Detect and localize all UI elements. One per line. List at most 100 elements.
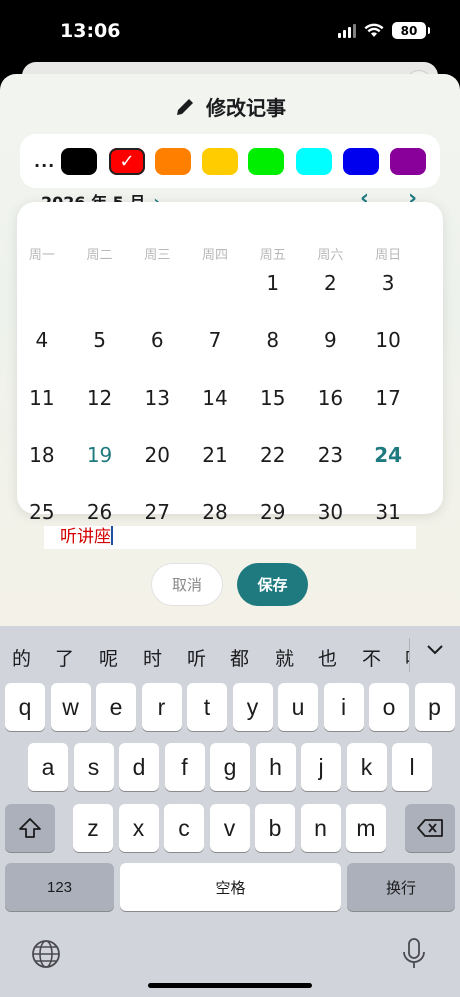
key-y[interactable]: y: [232, 683, 273, 731]
key-k[interactable]: k: [346, 743, 387, 791]
key-l[interactable]: l: [392, 743, 432, 791]
day-number: 7: [208, 328, 222, 352]
checkmark-icon: ✓: [119, 151, 135, 172]
candidate-word[interactable]: 呢: [99, 644, 118, 671]
battery-icon: 80: [392, 22, 430, 39]
day-number: 27: [144, 500, 170, 524]
key-a[interactable]: a: [28, 743, 68, 791]
day-number: 19: [86, 443, 113, 467]
key-v[interactable]: v: [209, 804, 250, 852]
key-x[interactable]: x: [118, 804, 159, 852]
numbers-key[interactable]: 123: [5, 863, 114, 911]
sheet-header: 修改记事: [0, 92, 460, 121]
day-number: 15: [259, 386, 286, 410]
candidate-word[interactable]: 都: [230, 644, 249, 671]
color-swatch-blue[interactable]: [343, 148, 379, 175]
candidate-word[interactable]: 听: [187, 644, 206, 671]
day-number: 17: [375, 386, 401, 410]
key-c[interactable]: c: [164, 804, 204, 852]
day-number: 26: [86, 500, 113, 524]
delete-key[interactable]: [405, 804, 455, 852]
calendar-week-row: 4 5 6 7 8 9 10: [28, 316, 432, 364]
key-f[interactable]: f: [164, 743, 205, 791]
calendar-week-row: 18 19 20 21 22 23 24: [28, 431, 432, 479]
cellular-signal-icon: [338, 23, 356, 38]
candidate-word[interactable]: 也: [318, 644, 337, 671]
key-e[interactable]: e: [96, 683, 136, 731]
candidate-word[interactable]: 就: [275, 644, 294, 671]
key-t[interactable]: t: [187, 683, 227, 731]
candidate-word[interactable]: 了: [55, 644, 74, 671]
candidate-word[interactable]: 不: [362, 644, 381, 671]
key-i[interactable]: i: [323, 683, 364, 731]
color-swatch-cyan[interactable]: [296, 148, 332, 175]
day-number: 30: [317, 500, 344, 524]
day-number: 20: [144, 443, 170, 467]
more-colors-button[interactable]: ...: [34, 152, 58, 171]
color-swatch-red[interactable]: ✓: [109, 148, 145, 175]
key-r[interactable]: r: [141, 683, 182, 731]
wifi-icon: [364, 23, 384, 37]
day-number: 23: [317, 443, 344, 467]
calendar-week-row: 1 2 3: [28, 259, 432, 307]
key-p[interactable]: p: [414, 683, 455, 731]
color-swatch-yellow[interactable]: [202, 148, 238, 175]
key-n[interactable]: n: [300, 804, 341, 852]
globe-icon[interactable]: [31, 939, 61, 969]
chevron-down-icon[interactable]: [426, 640, 444, 661]
day-number: 4: [35, 328, 49, 352]
day-number: 21: [202, 443, 228, 467]
candidate-divider: [409, 638, 410, 672]
candidate-word[interactable]: 时: [143, 644, 162, 671]
calendar-day[interactable]: 3: [344, 259, 432, 307]
key-q[interactable]: q: [5, 683, 45, 731]
save-button[interactable]: 保存: [237, 563, 308, 606]
day-number: 14: [202, 386, 228, 410]
day-number: 8: [266, 328, 280, 352]
day-number: 24: [374, 443, 403, 467]
key-d[interactable]: d: [119, 743, 159, 791]
day-number: 22: [259, 443, 286, 467]
key-h[interactable]: h: [255, 743, 296, 791]
shift-key[interactable]: [5, 804, 55, 852]
cancel-button[interactable]: 取消: [151, 563, 223, 606]
candidate-bar: 的了呢时听都就也不吗: [0, 626, 460, 684]
note-text: 听讲座: [60, 527, 111, 547]
color-swatch-green[interactable]: [248, 148, 284, 175]
return-key[interactable]: 换行: [347, 863, 455, 911]
day-number: 12: [86, 386, 113, 410]
key-o[interactable]: o: [369, 683, 409, 731]
calendar-day[interactable]: 17: [344, 374, 432, 422]
day-number: 6: [150, 328, 164, 352]
day-number: 1: [266, 271, 280, 295]
day-number: 28: [202, 500, 228, 524]
status-icons: 80: [338, 22, 430, 39]
day-number: 3: [381, 271, 395, 295]
calendar-day[interactable]: 24: [344, 431, 432, 479]
space-key[interactable]: 空格: [120, 863, 341, 911]
status-bar: 13:06 80: [0, 0, 460, 64]
color-swatch-black[interactable]: [61, 148, 97, 175]
key-z[interactable]: z: [73, 804, 113, 852]
day-number: 31: [375, 500, 401, 524]
color-swatch-purple[interactable]: [390, 148, 426, 175]
key-s[interactable]: s: [73, 743, 114, 791]
key-g[interactable]: g: [210, 743, 250, 791]
key-j[interactable]: j: [301, 743, 341, 791]
day-number: 10: [375, 328, 401, 352]
color-swatch-orange[interactable]: [155, 148, 191, 175]
day-number: 9: [324, 328, 337, 352]
key-u[interactable]: u: [278, 683, 318, 731]
day-number: 2: [324, 271, 337, 295]
candidate-word[interactable]: 的: [12, 644, 31, 671]
note-text-input[interactable]: 听讲座: [44, 526, 416, 549]
calendar-day[interactable]: 10: [344, 316, 432, 364]
day-number: 18: [29, 443, 55, 467]
backspace-icon: [417, 819, 443, 837]
key-m[interactable]: m: [346, 804, 386, 852]
key-w[interactable]: w: [50, 683, 91, 731]
key-b[interactable]: b: [255, 804, 295, 852]
microphone-icon[interactable]: [401, 937, 427, 971]
day-number: 11: [29, 386, 55, 410]
day-number: 29: [259, 500, 286, 524]
